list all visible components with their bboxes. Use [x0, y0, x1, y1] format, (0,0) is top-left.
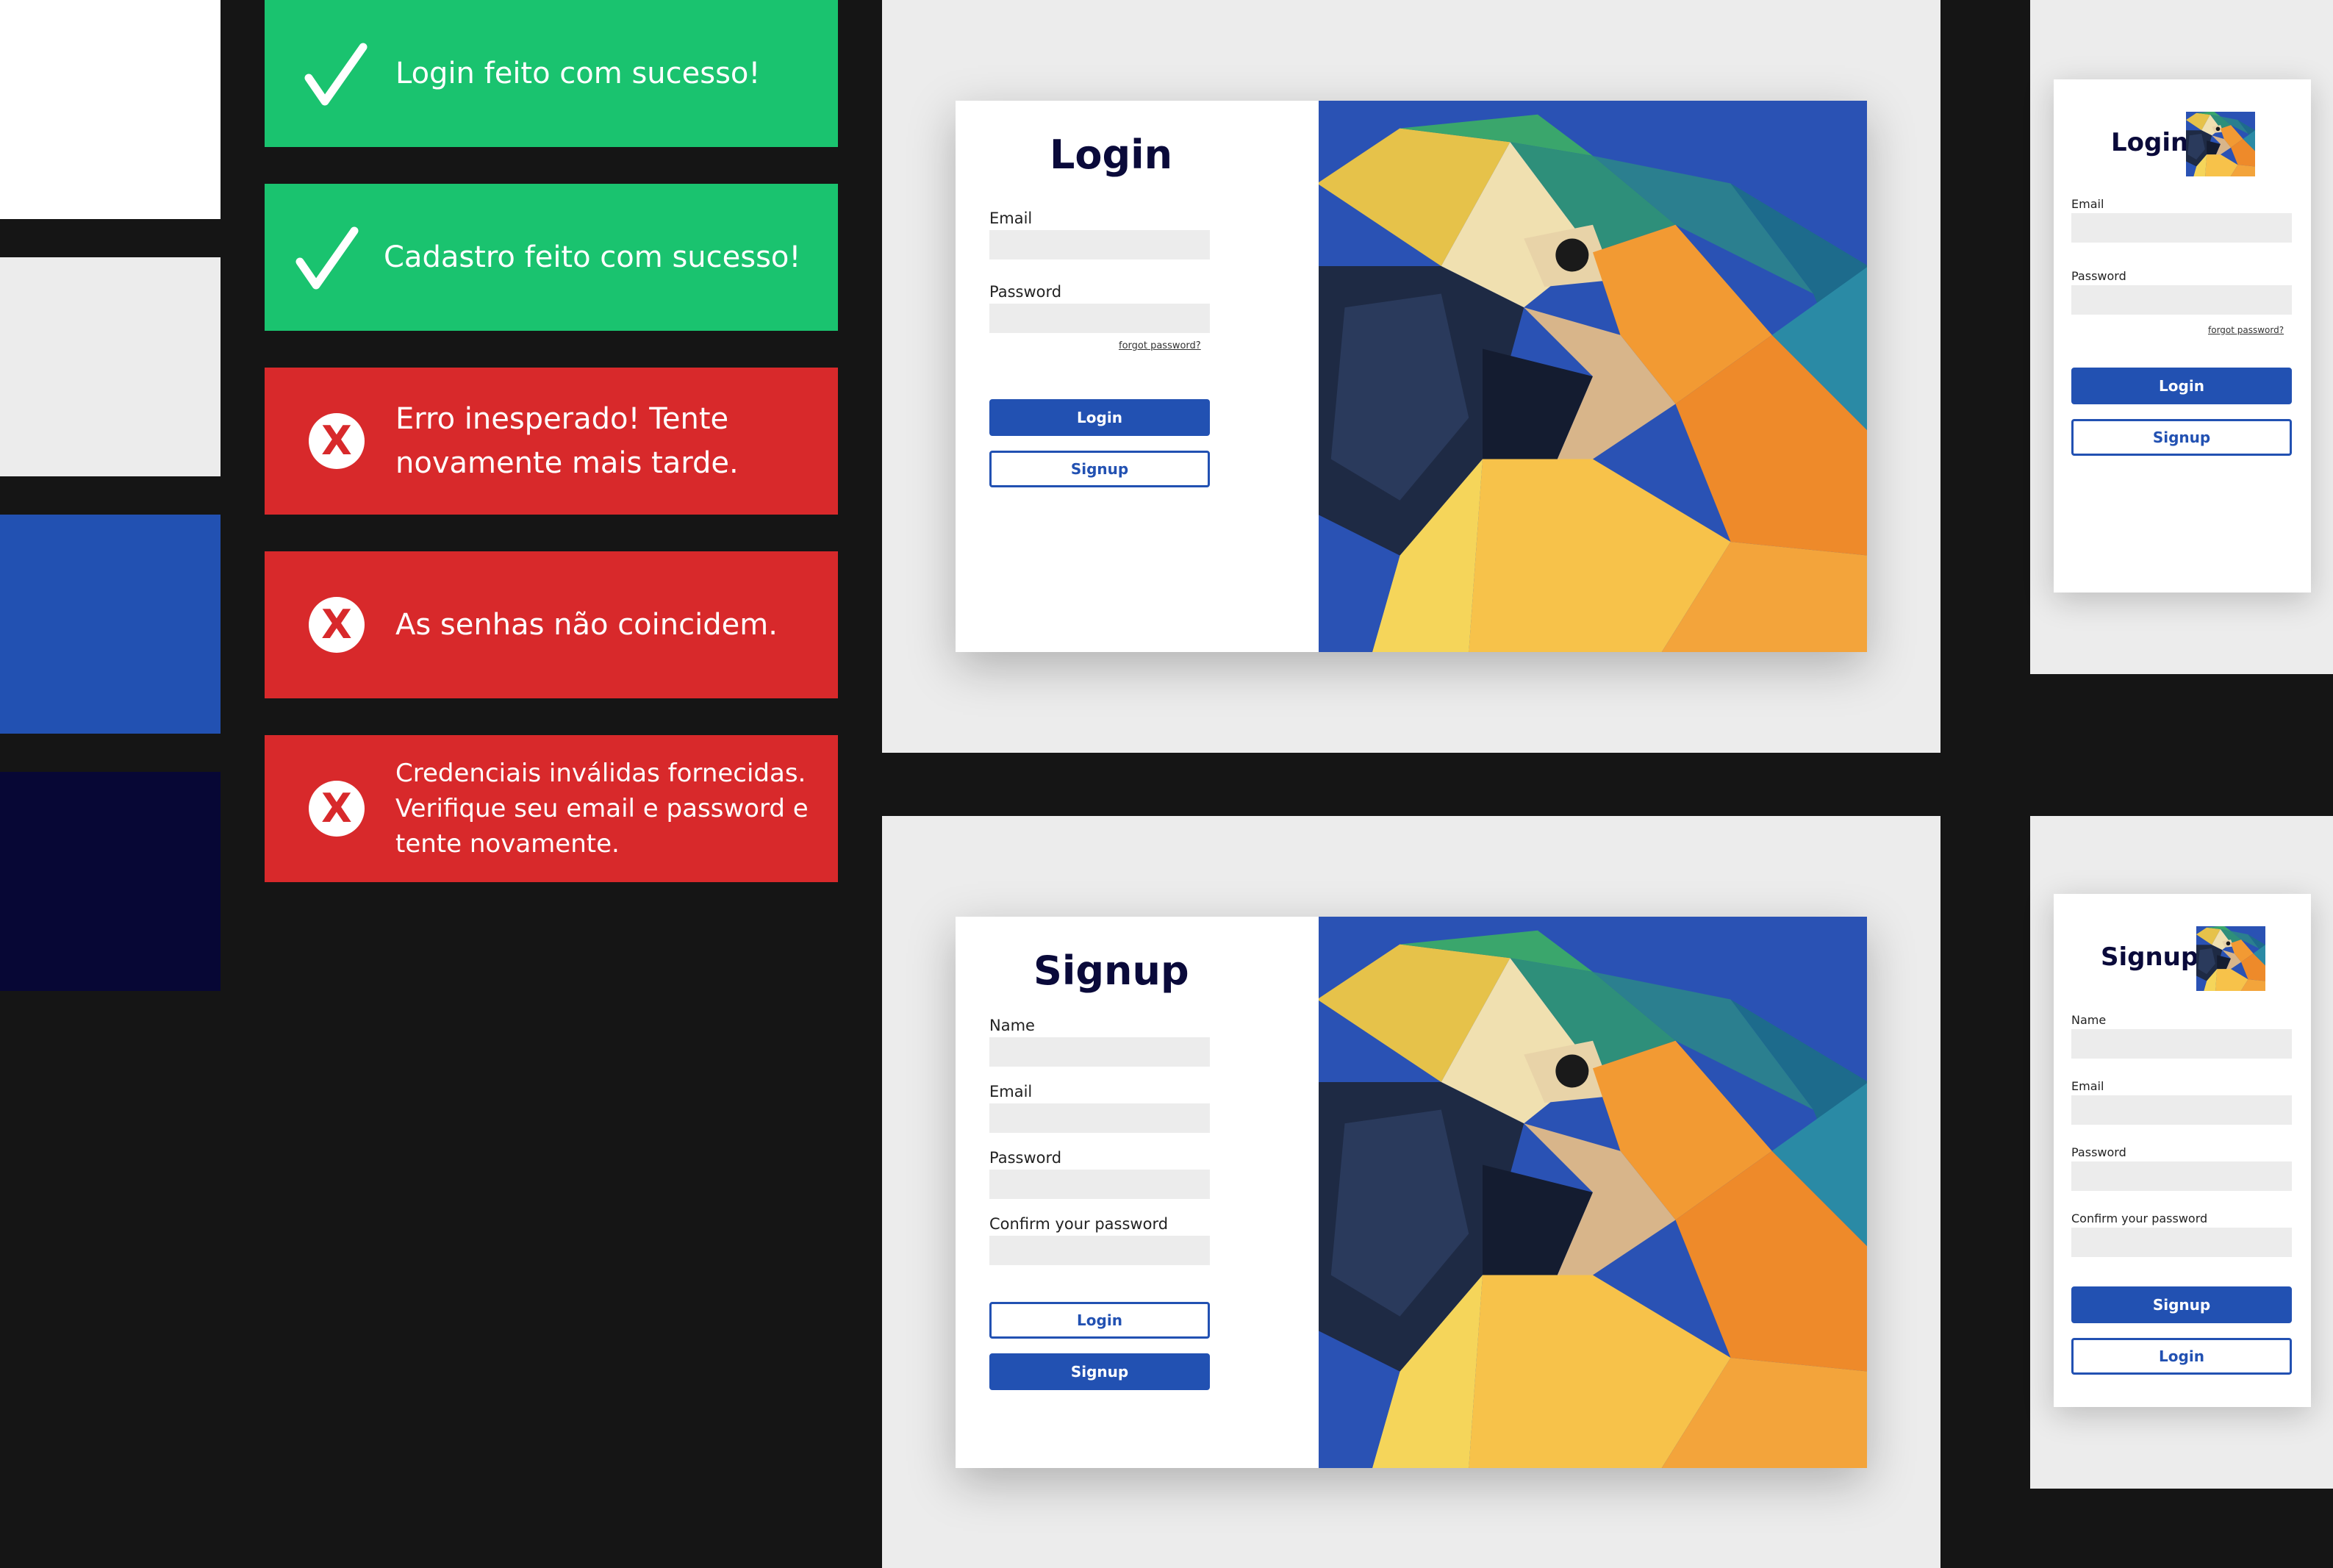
parrot-illustration — [1319, 917, 1867, 1468]
check-icon — [295, 226, 359, 290]
toast-password-mismatch: X As senhas não coincidem. — [265, 551, 838, 698]
login-button[interactable]: Login — [2071, 1338, 2292, 1375]
confirm-password-field[interactable] — [989, 1236, 1210, 1265]
toast-message: Credenciais inválidas fornecidas. Verifi… — [395, 759, 809, 859]
confirm-password-field[interactable] — [2071, 1228, 2292, 1257]
check-icon — [304, 43, 368, 106]
parrot-thumbnail — [2186, 112, 2255, 176]
toast-invalid-credentials: X Credenciais inválidas fornecidas. Veri… — [265, 735, 838, 882]
password-label: Password — [989, 1149, 1062, 1167]
signup-mobile-card: Signup Name Email Password Confirm your … — [2054, 894, 2311, 1407]
password-field[interactable] — [989, 304, 1210, 333]
forgot-password-link[interactable]: forgot password? — [1119, 340, 1201, 351]
parrot-illustration — [1319, 101, 1867, 652]
error-circle-icon: X — [309, 597, 365, 653]
page-title: Signup — [1033, 948, 1189, 994]
page-title: Login — [1050, 132, 1173, 178]
page-title: Login — [2111, 128, 2189, 157]
error-circle-icon: X — [309, 413, 365, 469]
confirm-password-label: Confirm your password — [989, 1215, 1169, 1233]
toast-message: Cadastro feito com sucesso! — [384, 240, 801, 274]
email-label: Email — [989, 1083, 1033, 1100]
confirm-password-label: Confirm your password — [2071, 1211, 2208, 1225]
login-mobile-card: Login Email Password forgot password? Lo… — [2054, 79, 2311, 593]
login-button[interactable]: Login — [2071, 368, 2292, 404]
login-button[interactable]: Login — [989, 1302, 1210, 1339]
toast-message: Erro inesperado! Tente novamente mais ta… — [395, 402, 739, 480]
page-title: Signup — [2101, 942, 2199, 972]
email-label: Email — [2071, 1079, 2104, 1093]
palette-swatch-light-gray — [0, 257, 221, 476]
login-mobile-panel: Login Email Password forgot password? Lo… — [2030, 0, 2333, 674]
signup-button[interactable]: Signup — [2071, 1286, 2292, 1323]
password-field[interactable] — [2071, 1161, 2292, 1191]
toast-unexpected-error: X Erro inesperado! Tente novamente mais … — [265, 368, 838, 515]
signup-button[interactable]: Signup — [989, 1353, 1210, 1390]
toast-signup-success: Cadastro feito com sucesso! — [265, 184, 838, 331]
email-field[interactable] — [2071, 213, 2292, 243]
signup-card: Signup Name Email Password Confirm your … — [956, 917, 1867, 1468]
name-field[interactable] — [989, 1037, 1210, 1067]
password-field[interactable] — [989, 1170, 1210, 1199]
signup-mobile-panel: Signup Name Email Password Confirm your … — [2030, 816, 2333, 1489]
toast-message: Login feito com sucesso! — [395, 57, 761, 90]
toast-login-success: Login feito com sucesso! — [265, 0, 838, 147]
password-label: Password — [2071, 1145, 2126, 1159]
forgot-password-link[interactable]: forgot password? — [2208, 325, 2284, 335]
signup-button[interactable]: Signup — [989, 451, 1210, 487]
palette-swatch-white — [0, 0, 221, 219]
password-label: Password — [2071, 269, 2126, 283]
email-label: Email — [989, 210, 1033, 227]
password-field[interactable] — [2071, 285, 2292, 315]
email-label: Email — [2071, 197, 2104, 211]
password-label: Password — [989, 283, 1062, 301]
email-field[interactable] — [2071, 1095, 2292, 1125]
login-card: Login Email Password forgot password? Lo… — [956, 101, 1867, 652]
login-button[interactable]: Login — [989, 399, 1210, 436]
signup-button[interactable]: Signup — [2071, 419, 2292, 456]
login-desktop-panel: Login Email Password forgot password? Lo… — [882, 0, 1940, 753]
name-field[interactable] — [2071, 1029, 2292, 1059]
error-circle-icon: X — [309, 781, 365, 837]
toast-message: As senhas não coincidem. — [395, 608, 778, 642]
email-field[interactable] — [989, 1103, 1210, 1133]
name-label: Name — [989, 1017, 1035, 1034]
palette-swatch-navy — [0, 772, 221, 991]
parrot-thumbnail — [2196, 926, 2265, 991]
name-label: Name — [2071, 1013, 2107, 1027]
email-field[interactable] — [989, 230, 1210, 259]
palette-swatch-blue — [0, 515, 221, 734]
signup-desktop-panel: Signup Name Email Password Confirm your … — [882, 816, 1940, 1568]
